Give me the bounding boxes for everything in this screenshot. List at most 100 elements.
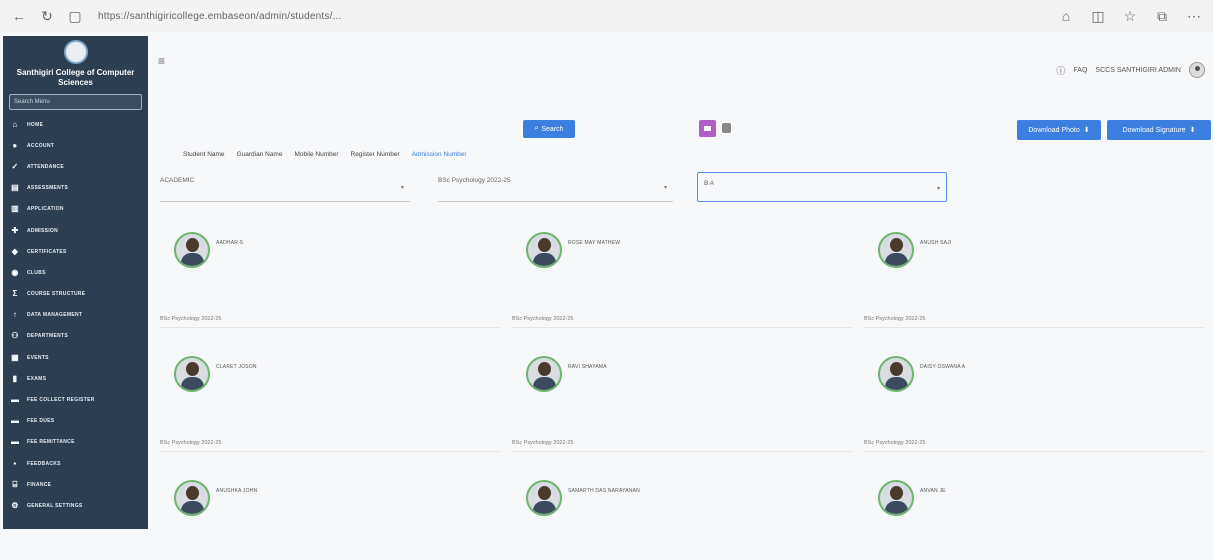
student-name: SAMARTH DAS NARAYANAN [568, 488, 640, 494]
filter-1[interactable]: ACADEMIC ▾ [160, 172, 410, 202]
extensions-icon[interactable]: ⌂ [1057, 7, 1075, 25]
student-name: AADHAR S [216, 240, 244, 246]
sidebar-item-fee-remittance[interactable]: ▬ FEE REMITTANCE [3, 432, 148, 453]
calendar-icon: ▦ [11, 352, 19, 362]
student-course: BSc Psychology 2022-25 [864, 440, 926, 446]
sidebar-item-assessments[interactable]: ▤ ASSESSMENTS [3, 178, 148, 199]
sidebar-item-label: DATA MANAGEMENT [27, 312, 83, 319]
student-card[interactable]: ROSE MAY MATHEW BSc Psychology 2022-25 [512, 222, 852, 328]
sidebar-item-feedbacks[interactable]: ▪ FEEDBACKS [3, 453, 148, 474]
student-card[interactable]: DAISY OSWANA A BSc Psychology 2022-25 [864, 346, 1204, 452]
search-button[interactable]: ⌕ Search [523, 120, 575, 138]
student-course: BSc Psychology 2022-25 [864, 316, 926, 322]
student-card[interactable]: ANUSHKA JOHN [160, 470, 500, 560]
college-logo [63, 40, 88, 64]
tab-admission-number[interactable]: Admission Number [412, 151, 467, 158]
menu-icon[interactable]: ⋯ [1185, 7, 1203, 25]
student-name: ANUSH SAJI [920, 240, 952, 246]
student-photo [878, 480, 914, 516]
collections-icon[interactable]: ⧉ [1153, 7, 1171, 25]
sidebar-item-departments[interactable]: ⚇ DEPARTMENTS [3, 326, 148, 347]
sidebar-item-label: COURSE STRUCTURE [27, 291, 86, 298]
tab-guardian-name[interactable]: Guardian Name [237, 151, 283, 158]
sidebar-item-admission[interactable]: ✚ ADMISSION [3, 220, 148, 241]
help-icon[interactable]: ⓘ [1056, 64, 1065, 77]
sidebar-item-course-structure[interactable]: Σ COURSE STRUCTURE [3, 284, 148, 305]
sidebar-item-clubs[interactable]: ◉ CLUBS [3, 262, 148, 283]
filters-row: ACADEMIC ▾ BSc Psychology 2022-25 ▾ B A … [160, 170, 1213, 210]
sidebar-item-label: FINANCE [27, 481, 52, 488]
student-card[interactable]: AADHAR S BSc Psychology 2022-25 [160, 222, 500, 328]
browser-toolbar: ← ↻ ▢ https://santhigiricollege.embaseon… [0, 0, 1213, 32]
card-view-button[interactable] [699, 120, 716, 137]
sidebar-item-label: FEEDBACKS [27, 460, 61, 467]
filter-2[interactable]: BSc Psychology 2022-25 ▾ [438, 172, 673, 202]
action-toolbar: ⌕ Search Download Photo ⬇ Download Signa… [152, 116, 1213, 146]
favorite-icon[interactable]: ☆ [1121, 7, 1139, 25]
ribbon-icon: ◆ [11, 246, 19, 256]
user-plus-icon: ✚ [11, 225, 19, 235]
student-name: ANVAN JE [920, 488, 946, 494]
chevron-down-icon: ▾ [400, 185, 404, 191]
student-course: BSc Psychology 2022-25 [512, 440, 574, 446]
sidebar-item-label: ADMISSION [27, 227, 59, 234]
remit-icon: ▬ [11, 437, 20, 447]
sidebar-item-home[interactable]: ⌂ HOME [3, 114, 148, 135]
sidebar-item-finance[interactable]: ⌸ FINANCE [3, 474, 148, 495]
download-signature-label: Download Signature [1122, 126, 1186, 134]
database-icon[interactable] [722, 123, 731, 133]
filter-3[interactable]: B A ▾ [697, 172, 947, 202]
student-card[interactable]: RAVI SHAYAMA BSc Psychology 2022-25 [512, 346, 852, 452]
sidebar-item-label: HOME [27, 121, 44, 128]
avatar[interactable] [1189, 62, 1205, 78]
sidebar-item-label: ATTENDANCE [27, 163, 65, 170]
search-menu-input[interactable]: Search Menu [9, 94, 142, 110]
divider [160, 327, 500, 328]
sidebar-item-label: EVENTS [27, 354, 49, 361]
back-arrow-icon[interactable]: ← [10, 7, 28, 25]
filter-2-value: BSc Psychology 2022-25 [438, 177, 511, 184]
student-card[interactable]: ANVAN JE [864, 470, 1204, 560]
split-icon[interactable]: ◫ [1089, 7, 1107, 25]
feedback-icon: ▪ [13, 458, 17, 468]
people-icon: ⚇ [11, 331, 19, 341]
download-photo-button[interactable]: Download Photo ⬇ [1017, 120, 1101, 140]
sidebar-item-certificates[interactable]: ◆ CERTIFICATES [3, 241, 148, 262]
sidebar-item-data-management[interactable]: ↑ DATA MANAGEMENT [3, 305, 148, 326]
sidebar-item-fee-dues[interactable]: ▬ FEE DUES [3, 411, 148, 432]
sidebar-item-fee-collect-register[interactable]: ▬ FEE COLLECT REGISTER [3, 389, 148, 410]
sidebar-item-general-settings[interactable]: ⚙ GENERAL SETTINGS [3, 495, 148, 516]
tab-register-number[interactable]: Register Number [351, 151, 400, 158]
faq-link[interactable]: FAQ [1073, 67, 1087, 74]
college-name: Santhigiri College of Computer Sciences [16, 68, 135, 87]
sidebar-item-application[interactable]: ▥ APPLICATION [3, 199, 148, 220]
student-photo [878, 356, 914, 392]
student-photo [174, 356, 210, 392]
search-button-label: Search [541, 125, 564, 133]
tab-student-name[interactable]: Student Name [183, 151, 225, 158]
bank-icon: ⌸ [12, 479, 18, 489]
user-name: SCCS SANTHIGIRI ADMIN [1095, 66, 1181, 74]
student-name: ROSE MAY MATHEW [568, 240, 621, 246]
student-card[interactable]: ANUSH SAJI BSc Psychology 2022-25 [864, 222, 1204, 328]
hamburger-icon[interactable]: ≡ [158, 54, 165, 68]
student-name: CLARET JOSON [216, 364, 257, 370]
student-course: BSc Psychology 2022-25 [512, 316, 574, 322]
sidebar-item-attendance[interactable]: ✓ ATTENDANCE [3, 156, 148, 177]
student-card[interactable]: CLARET JOSON BSc Psychology 2022-25 [160, 346, 500, 452]
home-icon: ⌂ [12, 119, 18, 129]
top-right-actions: ⓘ FAQ SCCS SANTHIGIRI ADMIN [1056, 62, 1205, 78]
exam-icon: ▮ [12, 373, 18, 383]
student-card[interactable]: SAMARTH DAS NARAYANAN [512, 470, 852, 560]
sidebar-item-events[interactable]: ▦ EVENTS [3, 347, 148, 368]
sidebar-item-exams[interactable]: ▮ EXAMS [3, 368, 148, 389]
sidebar-item-label: APPLICATION [27, 206, 64, 213]
sidebar-item-account[interactable]: ● ACCOUNT [3, 135, 148, 156]
tab-mobile-number[interactable]: Mobile Number [294, 151, 338, 158]
download-signature-button[interactable]: Download Signature ⬇ [1107, 120, 1211, 140]
search-icon: ⌕ [534, 125, 539, 132]
document-icon: ▥ [11, 204, 19, 214]
refresh-icon[interactable]: ↻ [38, 7, 56, 25]
address-bar[interactable]: https://santhigiricollege.embaseon/admin… [98, 11, 342, 22]
top-bar: ≡ ⓘ FAQ SCCS SANTHIGIRI ADMIN [152, 52, 1213, 92]
